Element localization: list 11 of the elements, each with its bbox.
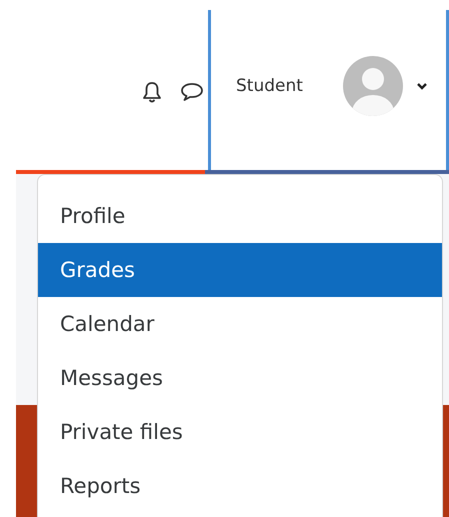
menu-item[interactable]: Private files	[38, 405, 442, 459]
avatar-icon	[342, 56, 403, 116]
menu-item[interactable]: Calendar	[38, 297, 442, 351]
menu-item[interactable]: Reports	[38, 459, 442, 513]
menu-item[interactable]: Profile	[38, 189, 442, 243]
chevron-down-icon	[416, 82, 428, 90]
bell-icon[interactable]	[142, 81, 162, 103]
menu-item[interactable]: Grades	[38, 243, 442, 297]
menu-item[interactable]: Messages	[38, 351, 442, 405]
chat-icon[interactable]	[180, 82, 204, 102]
user-name: Student	[236, 76, 303, 96]
